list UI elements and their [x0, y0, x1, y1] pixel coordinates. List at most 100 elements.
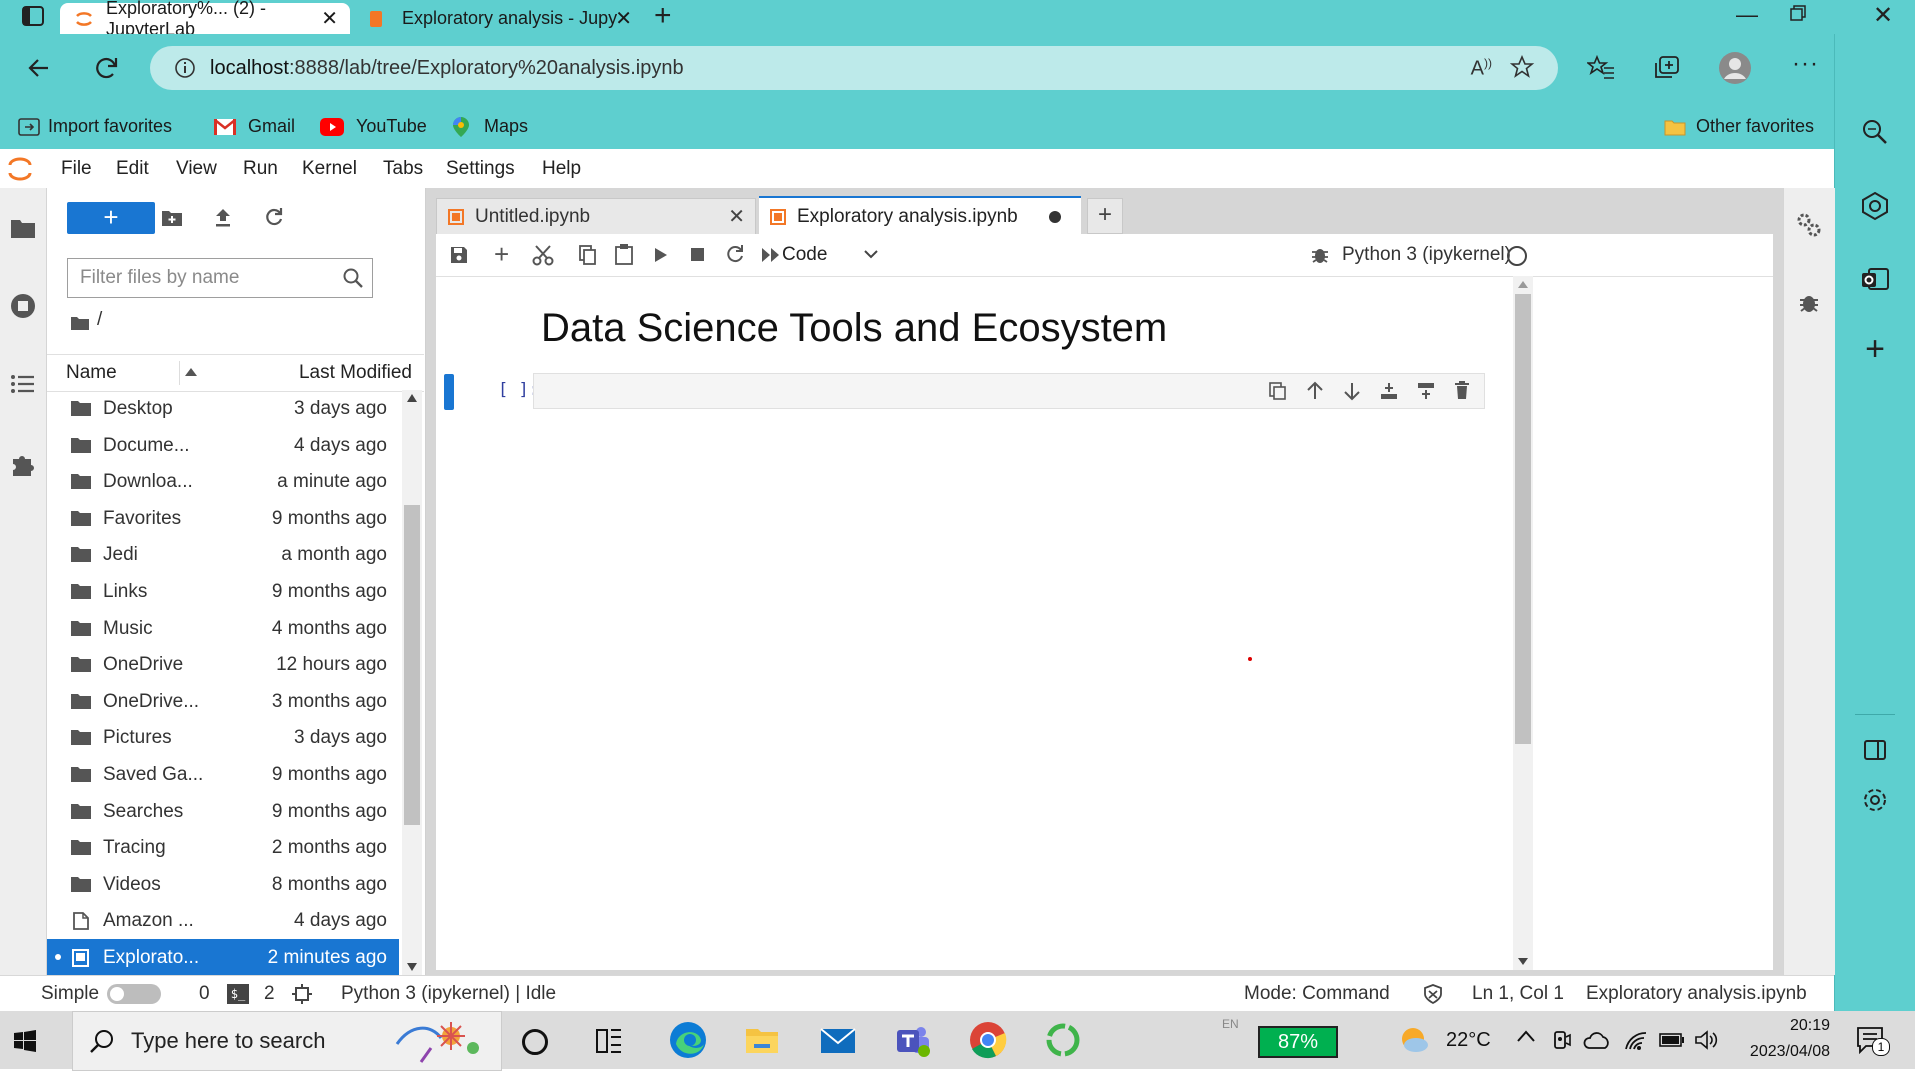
table-of-contents-icon[interactable] [9, 370, 37, 398]
minimize-icon[interactable]: — [1736, 2, 1758, 28]
scrollbar-thumb[interactable] [1515, 294, 1531, 744]
clock-date[interactable]: 2023/04/08 [1734, 1043, 1830, 1061]
gmail-link[interactable]: Gmail [214, 104, 295, 149]
move-up-icon[interactable] [1306, 381, 1324, 401]
paste-icon[interactable] [614, 243, 634, 265]
menu-file[interactable]: File [61, 149, 92, 188]
restart-kernel-icon[interactable] [725, 244, 745, 264]
restore-icon[interactable] [1790, 5, 1806, 21]
notebook-scrollbar[interactable] [1513, 276, 1533, 970]
menu-tabs[interactable]: Tabs [383, 149, 423, 188]
refresh-icon[interactable] [93, 54, 121, 82]
code-cell-input[interactable] [533, 373, 1485, 409]
onedrive-cloud-icon[interactable] [1583, 1032, 1611, 1050]
collections-icon[interactable] [1653, 54, 1681, 82]
close-tab-icon[interactable]: ✕ [728, 199, 745, 235]
file-browser-icon[interactable] [9, 214, 37, 242]
breadcrumb[interactable]: / [97, 309, 102, 331]
import-favorites-link[interactable]: Import favorites [18, 104, 172, 149]
file-row[interactable]: Searches 9 months ago [47, 793, 399, 830]
browser-tab-jupyterlab[interactable]: Exploratory%... (2) - JupyterLab ✕ [60, 0, 350, 39]
scroll-down-icon[interactable] [1518, 958, 1528, 965]
file-explorer-icon[interactable] [742, 1020, 782, 1060]
delete-cell-icon[interactable] [1454, 381, 1470, 400]
file-list-scrollbar[interactable] [402, 390, 422, 975]
tab-actions-icon[interactable] [22, 6, 44, 26]
show-hidden-icons-chevron-icon[interactable] [1516, 1029, 1536, 1043]
file-row[interactable]: OneDrive... 3 months ago [47, 683, 399, 720]
column-name[interactable]: Name [66, 355, 117, 391]
debugger-bug-icon[interactable] [1310, 245, 1330, 265]
trusted-shield-icon[interactable] [1423, 984, 1443, 1004]
save-icon[interactable] [449, 245, 469, 265]
scroll-up-icon[interactable] [407, 394, 417, 402]
site-info-icon[interactable] [174, 57, 196, 79]
file-row[interactable]: Saved Ga... 9 months ago [47, 756, 399, 793]
chrome-icon[interactable] [968, 1020, 1008, 1060]
cursor-position[interactable]: Ln 1, Col 1 [1472, 976, 1564, 1012]
mail-icon[interactable] [818, 1020, 858, 1060]
browser-tab-notebook[interactable]: Exploratory analysis - Jupyter No ✕ [360, 3, 640, 34]
scroll-down-icon[interactable] [407, 963, 417, 971]
run-icon[interactable] [654, 247, 668, 263]
window-close-icon[interactable]: ✕ [1873, 1, 1893, 30]
read-aloud-icon[interactable]: A)) [1471, 56, 1492, 81]
doc-tab-untitled[interactable]: Untitled.ipynb ✕ [436, 198, 756, 236]
file-row[interactable]: Amazon ... 4 days ago [47, 902, 399, 939]
menu-view[interactable]: View [176, 149, 217, 188]
meet-now-icon[interactable] [1552, 1029, 1572, 1051]
extensions-puzzle-icon[interactable] [9, 450, 37, 478]
taskbar-search-box[interactable]: Type here to search [72, 1011, 502, 1071]
back-icon[interactable] [26, 54, 54, 82]
simple-mode-toggle[interactable] [107, 984, 161, 1004]
file-row[interactable]: Explorato... 2 minutes ago [47, 939, 399, 975]
other-favorites-link[interactable]: Other favorites [1664, 104, 1814, 149]
clock-time[interactable]: 20:19 [1734, 1017, 1830, 1035]
duplicate-cell-icon[interactable] [1269, 382, 1287, 400]
outlook-icon[interactable] [1859, 264, 1891, 296]
file-row[interactable]: OneDrive 12 hours ago [47, 646, 399, 683]
close-tab-icon[interactable]: ✕ [615, 6, 632, 31]
hide-sidebar-icon[interactable] [1859, 734, 1891, 766]
scrollbar-thumb[interactable] [404, 505, 420, 825]
filter-files-input[interactable]: Filter files by name [67, 258, 373, 298]
cell-type-select[interactable]: Code [782, 234, 892, 276]
youtube-link[interactable]: YouTube [320, 104, 427, 149]
copy-icon[interactable] [578, 244, 598, 266]
weather-icon[interactable] [1397, 1025, 1431, 1055]
scroll-up-icon[interactable] [1518, 281, 1528, 288]
refresh-files-icon[interactable] [263, 206, 285, 228]
wifi-icon[interactable] [1624, 1029, 1648, 1051]
file-row[interactable]: Links 9 months ago [47, 573, 399, 610]
unsaved-dot-icon[interactable] [1049, 211, 1061, 223]
profile-avatar[interactable] [1718, 51, 1752, 85]
search-icon[interactable] [1859, 116, 1891, 148]
menu-edit[interactable]: Edit [116, 149, 149, 188]
notification-center-icon[interactable]: 1 [1856, 1026, 1890, 1056]
cut-icon[interactable] [532, 244, 554, 266]
file-row[interactable]: Favorites 9 months ago [47, 500, 399, 537]
settings-gear-icon[interactable] [1859, 784, 1891, 816]
file-row[interactable]: Jedi a month ago [47, 536, 399, 573]
more-icon[interactable]: ··· [1792, 50, 1819, 78]
new-folder-icon[interactable] [161, 208, 183, 228]
teams-icon[interactable] [893, 1020, 933, 1060]
file-row[interactable]: Videos 8 months ago [47, 866, 399, 903]
windows-start-icon[interactable] [14, 1030, 36, 1052]
maps-link[interactable]: Maps [452, 104, 528, 149]
file-row[interactable]: Docume... 4 days ago [47, 427, 399, 464]
add-favorite-icon[interactable] [1510, 55, 1536, 81]
doc-tab-exploratory[interactable]: Exploratory analysis.ipynb [759, 196, 1081, 236]
move-down-icon[interactable] [1343, 381, 1361, 401]
stop-icon[interactable] [691, 248, 704, 261]
insert-below-icon[interactable] [1380, 381, 1398, 401]
running-kernels-icon[interactable] [9, 292, 37, 320]
file-row[interactable]: Pictures 3 days ago [47, 719, 399, 756]
column-last-modified[interactable]: Last Modified [299, 355, 412, 391]
markdown-heading[interactable]: Data Science Tools and Ecosystem [541, 306, 1167, 351]
kernel-gear-icon[interactable] [292, 984, 312, 1004]
file-row[interactable]: Music 4 months ago [47, 610, 399, 647]
shopping-icon[interactable] [1859, 190, 1891, 222]
restart-run-all-icon[interactable] [761, 247, 781, 263]
add-tab-icon[interactable]: + [1087, 198, 1123, 234]
